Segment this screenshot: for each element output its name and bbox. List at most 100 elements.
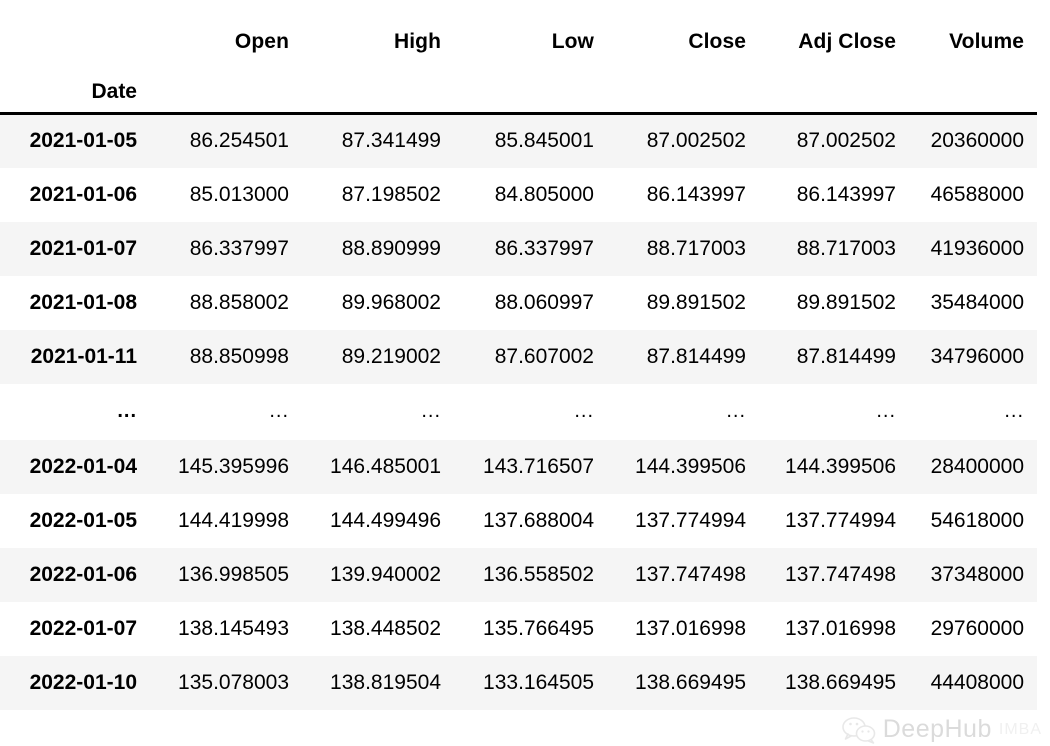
cell-high: 138.448502 <box>302 601 454 656</box>
cell-high: 89.219002 <box>302 329 454 384</box>
table-row: 2021-01-05 86.254501 87.341499 85.845001 87.… <box>0 113 1037 168</box>
index-row-spacer-volume <box>909 60 1037 115</box>
cell-volume: ... <box>909 383 1037 440</box>
cell-adj-close: 86.143997 <box>759 167 909 222</box>
table-row: 2021-01-07 86.337997 88.890999 86.337997 88.… <box>0 221 1037 276</box>
column-header-open[interactable]: Open <box>150 0 302 60</box>
cell-high: 89.968002 <box>302 275 454 330</box>
row-index-date: 2021-01-08 <box>0 275 150 330</box>
cell-open: 85.013000 <box>150 167 302 222</box>
column-header-adj-close[interactable]: Adj Close <box>759 0 909 60</box>
cell-open: 136.998505 <box>150 547 302 602</box>
cell-close: ... <box>607 383 759 440</box>
table-row: 2022-01-07 138.145493 138.448502 135.766495… <box>0 601 1037 656</box>
cell-low: 143.716507 <box>454 439 607 494</box>
cell-volume: 44408000 <box>909 655 1037 710</box>
table-body: 2021-01-05 86.254501 87.341499 85.845001 87.… <box>0 113 1037 710</box>
cell-low: 88.060997 <box>454 275 607 330</box>
row-index-date: 2022-01-05 <box>0 493 150 548</box>
cell-close: 87.002502 <box>607 113 759 168</box>
cell-volume: 29760000 <box>909 601 1037 656</box>
index-name-label: Date <box>0 60 150 115</box>
index-row-spacer-adj-close <box>759 60 909 115</box>
cell-adj-close: 138.669495 <box>759 655 909 710</box>
cell-low: 86.337997 <box>454 221 607 276</box>
cell-open: 145.395996 <box>150 439 302 494</box>
cell-volume: 20360000 <box>909 113 1037 168</box>
cell-close: 87.814499 <box>607 329 759 384</box>
column-header-high[interactable]: High <box>302 0 454 60</box>
cell-open: 144.419998 <box>150 493 302 548</box>
table-row: 2022-01-06 136.998505 139.940002 136.558502… <box>0 547 1037 602</box>
table-row: 2022-01-04 145.395996 146.485001 143.716507… <box>0 439 1037 494</box>
cell-low: 137.688004 <box>454 493 607 548</box>
table-row: 2021-01-11 88.850998 89.219002 87.607002 87.… <box>0 329 1037 384</box>
index-name-row: Date <box>0 60 1037 115</box>
cell-high: 87.341499 <box>302 113 454 168</box>
cell-adj-close: 87.814499 <box>759 329 909 384</box>
index-row-spacer-high <box>302 60 454 115</box>
cell-low: 136.558502 <box>454 547 607 602</box>
dataframe-container: Open High Low Close Adj Close Volume Dat… <box>0 0 1050 710</box>
column-header-low[interactable]: Low <box>454 0 607 60</box>
cell-volume: 37348000 <box>909 547 1037 602</box>
cell-open: 88.858002 <box>150 275 302 330</box>
cell-adj-close: ... <box>759 383 909 440</box>
cell-volume: 41936000 <box>909 221 1037 276</box>
cell-close: 137.016998 <box>607 601 759 656</box>
row-index-date: 2021-01-07 <box>0 221 150 276</box>
cell-adj-close: 137.747498 <box>759 547 909 602</box>
cell-close: 137.774994 <box>607 493 759 548</box>
cell-adj-close: 137.774994 <box>759 493 909 548</box>
row-index-date: 2021-01-06 <box>0 167 150 222</box>
cell-high: 146.485001 <box>302 439 454 494</box>
cell-close: 89.891502 <box>607 275 759 330</box>
cell-high: 138.819504 <box>302 655 454 710</box>
cell-low: ... <box>454 383 607 440</box>
cell-high: 139.940002 <box>302 547 454 602</box>
row-index-date: 2022-01-07 <box>0 601 150 656</box>
cell-close: 144.399506 <box>607 439 759 494</box>
column-header-row: Open High Low Close Adj Close Volume <box>0 0 1037 60</box>
row-index-date: 2022-01-04 <box>0 439 150 494</box>
cell-adj-close: 87.002502 <box>759 113 909 168</box>
cell-adj-close: 88.717003 <box>759 221 909 276</box>
cell-adj-close: 137.016998 <box>759 601 909 656</box>
cell-close: 88.717003 <box>607 221 759 276</box>
cell-low: 87.607002 <box>454 329 607 384</box>
column-header-volume[interactable]: Volume <box>909 0 1037 60</box>
wechat-icon <box>841 716 876 744</box>
watermark-brand: DeepHub <box>882 715 992 743</box>
cell-high: 144.499496 <box>302 493 454 548</box>
cell-low: 135.766495 <box>454 601 607 656</box>
cell-open: 135.078003 <box>150 655 302 710</box>
column-header-close[interactable]: Close <box>607 0 759 60</box>
table-row: 2022-01-10 135.078003 138.819504 133.164505… <box>0 655 1037 710</box>
cell-close: 138.669495 <box>607 655 759 710</box>
index-corner-cell <box>0 0 150 60</box>
index-row-spacer-close <box>607 60 759 115</box>
cell-volume: 54618000 <box>909 493 1037 548</box>
cell-close: 137.747498 <box>607 547 759 602</box>
cell-open: 86.337997 <box>150 221 302 276</box>
table-row: 2021-01-08 88.858002 89.968002 88.060997 89.… <box>0 275 1037 330</box>
table-header: Open High Low Close Adj Close Volume Dat… <box>0 0 1037 115</box>
cell-volume: 35484000 <box>909 275 1037 330</box>
watermark-sub: IMBA <box>998 720 1042 738</box>
watermark: DeepHub IMBA <box>841 715 1042 744</box>
table-row: 2022-01-05 144.419998 144.499496 137.688004… <box>0 493 1037 548</box>
cell-open: ... <box>150 383 302 440</box>
cell-high: ... <box>302 383 454 440</box>
row-index-date: 2021-01-11 <box>0 329 150 384</box>
cell-volume: 28400000 <box>909 439 1037 494</box>
cell-volume: 46588000 <box>909 167 1037 222</box>
cell-low: 85.845001 <box>454 113 607 168</box>
row-index-date: 2021-01-05 <box>0 113 150 168</box>
cell-low: 84.805000 <box>454 167 607 222</box>
cell-high: 88.890999 <box>302 221 454 276</box>
cell-adj-close: 89.891502 <box>759 275 909 330</box>
cell-close: 86.143997 <box>607 167 759 222</box>
index-row-spacer-low <box>454 60 607 115</box>
cell-adj-close: 144.399506 <box>759 439 909 494</box>
row-index-date: ... <box>0 383 150 440</box>
